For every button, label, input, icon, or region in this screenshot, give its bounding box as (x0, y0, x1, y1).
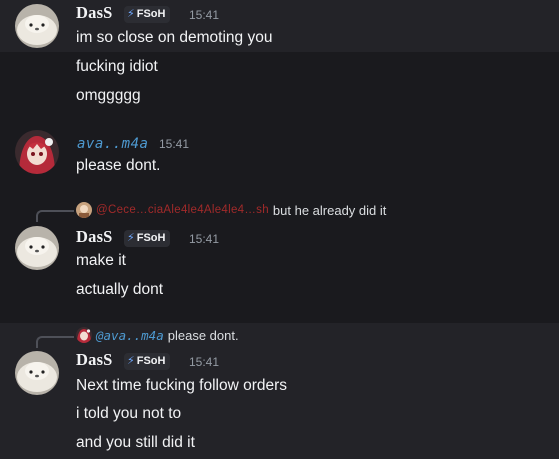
role-tag-label: FSoH (136, 8, 166, 20)
role-tag-label: FSoH (136, 355, 166, 367)
reply-preview[interactable]: @Cece…ciaAle4le4Ale4le4…sh but he alread… (76, 202, 386, 218)
timestamp: 15:41 (189, 355, 220, 369)
reply-connector-icon (36, 210, 74, 222)
username[interactable]: DasS (76, 3, 113, 23)
role-tag[interactable]: ⚡ FSoH (124, 230, 171, 247)
message-text: Next time fucking follow orders (76, 377, 288, 394)
lightning-bolt-icon: ⚡ (127, 232, 135, 244)
message-text: make it (76, 252, 126, 269)
reply-mention[interactable]: @Cece…ciaAle4le4Ale4le4…sh (96, 204, 269, 216)
message-text: and you still did it (76, 434, 195, 451)
role-tag-label: FSoH (136, 232, 166, 244)
reply-text: please dont. (167, 327, 239, 343)
timestamp: 15:41 (159, 137, 190, 151)
message-text: omggggg (76, 87, 141, 104)
username[interactable]: DasS (76, 350, 113, 370)
avatar[interactable] (15, 130, 59, 174)
message-text: im so close on demoting you (76, 29, 273, 46)
username[interactable]: ava..m4a (77, 136, 148, 152)
lightning-bolt-icon: ⚡ (127, 8, 135, 20)
message-text: fucking idiot (76, 58, 158, 75)
message-text: i told you not to (76, 405, 182, 422)
message-text: please dont. (76, 157, 161, 174)
reply-text: but he already did it (272, 202, 387, 218)
username[interactable]: DasS (76, 227, 113, 247)
reply-mention[interactable]: @ava..m4a (96, 328, 164, 343)
avatar[interactable] (15, 226, 59, 270)
reply-connector-icon (36, 336, 74, 348)
reply-avatar (76, 327, 92, 343)
reply-preview[interactable]: @ava..m4a please dont. (76, 327, 239, 343)
role-tag[interactable]: ⚡ FSoH (124, 353, 171, 370)
reply-avatar (76, 202, 92, 218)
avatar[interactable] (15, 4, 59, 48)
timestamp: 15:41 (189, 232, 220, 246)
lightning-bolt-icon: ⚡ (127, 355, 135, 367)
timestamp: 15:41 (189, 8, 220, 22)
avatar[interactable] (15, 351, 59, 395)
role-tag[interactable]: ⚡ FSoH (124, 6, 171, 23)
message-text: actually dont (76, 281, 164, 298)
